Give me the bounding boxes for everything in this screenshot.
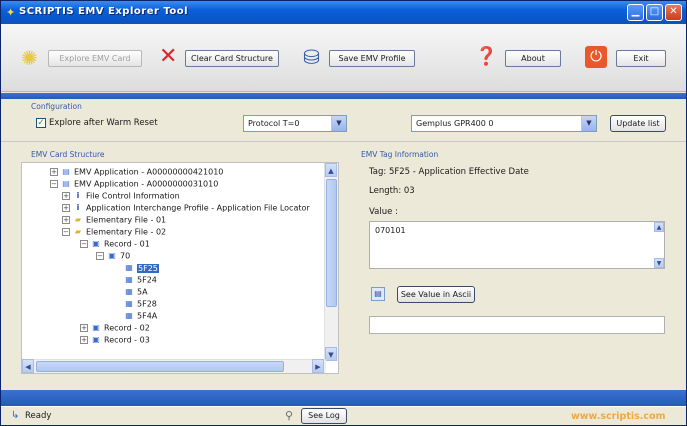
ascii-value-field[interactable]	[369, 316, 665, 334]
clear-card-structure-button[interactable]: Clear Card Structure	[185, 50, 279, 67]
main-window: ✦ SCRIPTIS EMV Explorer Tool ▁ □ ✕ ✺ Exp…	[0, 0, 687, 426]
power-icon: ⏻	[585, 46, 607, 68]
expand-icon[interactable]: +	[62, 204, 70, 212]
config-divider	[1, 141, 686, 142]
record-icon: ▣	[92, 335, 100, 344]
explore-card-button[interactable]: Explore EMV Card	[48, 50, 142, 67]
expand-icon[interactable]: +	[62, 192, 70, 200]
record-icon: ▣	[108, 251, 116, 260]
help-icon: ❓	[475, 46, 498, 67]
scroll-thumb[interactable]	[36, 361, 284, 372]
ascii-icon: ▤	[371, 287, 385, 301]
update-list-button[interactable]: Update list	[610, 115, 666, 132]
card-structure-tree[interactable]: + ▤ EMV Application - A00000000421010 − ▤ EM…	[21, 162, 339, 374]
tree-node[interactable]: ▦ 5F4A	[124, 310, 157, 322]
tree-node[interactable]: − ▣ 70	[96, 250, 130, 262]
scroll-up-icon[interactable]: ▲	[654, 222, 664, 232]
website-link[interactable]: www.scriptis.com	[571, 411, 665, 422]
explore-icon: ✺	[21, 46, 38, 70]
expand-icon[interactable]: +	[80, 336, 88, 344]
tag-icon: ▦	[125, 275, 133, 284]
tree-node[interactable]: + i Application Interchange Profile - Appl…	[62, 202, 310, 214]
save-emv-profile-button[interactable]: Save EMV Profile	[329, 50, 415, 67]
protocol-select[interactable]: Protocol T=0 ▼	[243, 115, 347, 132]
explore-after-reset-label: Explore after Warm Reset	[49, 118, 158, 128]
scroll-down-icon[interactable]: ▼	[325, 347, 337, 361]
length-line: Length: 03	[369, 186, 415, 196]
tree-node-selected[interactable]: ▦ 5F25	[124, 262, 159, 274]
value-text: 070101	[375, 226, 406, 235]
tag-icon: ▦	[125, 299, 133, 308]
tree-node[interactable]: + ▣ Record - 02	[80, 322, 150, 334]
scroll-down-icon[interactable]: ▼	[654, 258, 664, 268]
tree-horizontal-scrollbar[interactable]: ◀ ▶	[22, 359, 326, 373]
info-icon: i	[76, 191, 80, 200]
expand-icon[interactable]: +	[50, 168, 58, 176]
scroll-up-icon[interactable]: ▲	[325, 163, 337, 177]
scroll-right-icon[interactable]: ▶	[312, 359, 324, 373]
tag-line: Tag: 5F25 - Application Effective Date	[369, 167, 529, 177]
collapse-icon[interactable]: −	[50, 180, 58, 188]
window-title: SCRIPTIS EMV Explorer Tool	[19, 6, 189, 17]
tag-icon: ▦	[125, 263, 133, 272]
status-ready-text: Ready	[25, 411, 52, 421]
see-log-button[interactable]: See Log	[301, 408, 347, 424]
maximize-button[interactable]: □	[646, 4, 663, 21]
toolbar: ✺ Explore EMV Card ✕ Clear Card Structur…	[1, 24, 686, 92]
tree-vertical-scrollbar[interactable]: ▲ ▼	[324, 163, 338, 361]
expand-icon[interactable]: +	[62, 216, 70, 224]
scroll-thumb[interactable]	[326, 179, 337, 307]
tree-node[interactable]: ▦ 5F28	[124, 298, 157, 310]
explore-after-reset-checkbox[interactable]: ✓	[36, 118, 46, 128]
app-icon: ✦	[6, 6, 16, 19]
reader-select[interactable]: Gemplus GPR400 0 ▼	[411, 115, 597, 132]
see-value-in-ascii-button[interactable]: See Value in Ascii	[397, 286, 475, 303]
record-icon: ▣	[92, 239, 100, 248]
tree-node[interactable]: ▦ 5A	[124, 286, 147, 298]
card-structure-label: EMV Card Structure	[31, 150, 105, 159]
collapse-icon[interactable]: −	[62, 228, 70, 236]
tree-node[interactable]: − ▰ Elementary File - 02	[62, 226, 166, 238]
configuration-label: Configuration	[31, 102, 82, 111]
value-label: Value :	[369, 207, 398, 217]
value-textarea[interactable]: 070101 ▲ ▼	[369, 221, 665, 269]
tag-icon: ▦	[125, 287, 133, 296]
folder-icon: ▰	[74, 215, 82, 224]
card-icon: ▤	[62, 167, 70, 176]
tree-node[interactable]: + ▰ Elementary File - 01	[62, 214, 166, 226]
title-bar[interactable]: ✦ SCRIPTIS EMV Explorer Tool ▁ □ ✕	[1, 1, 686, 24]
tree-node[interactable]: + ▤ EMV Application - A00000000421010	[50, 166, 223, 178]
close-button[interactable]: ✕	[665, 4, 682, 21]
card-icon: ▤	[62, 179, 70, 188]
info-icon: i	[76, 203, 80, 212]
chevron-down-icon: ▼	[331, 116, 346, 131]
chevron-down-icon: ▼	[581, 116, 596, 131]
status-band	[1, 390, 686, 406]
separator-band	[1, 93, 686, 99]
ready-icon: ↳	[11, 410, 20, 421]
collapse-icon[interactable]: −	[80, 240, 88, 248]
scroll-left-icon[interactable]: ◀	[22, 359, 34, 373]
tag-info-label: EMV Tag Information	[361, 150, 439, 159]
save-icon: ⛁	[303, 45, 320, 69]
tree-node[interactable]: − ▤ EMV Application - A0000000031010	[50, 178, 218, 190]
tree-node[interactable]: ▦ 5F24	[124, 274, 157, 286]
minimize-button[interactable]: ▁	[627, 4, 644, 21]
folder-icon: ▰	[74, 227, 82, 236]
record-icon: ▣	[92, 323, 100, 332]
clear-icon: ✕	[159, 44, 178, 69]
expand-icon[interactable]: +	[80, 324, 88, 332]
tree-node[interactable]: + ▣ Record - 03	[80, 334, 150, 346]
exit-button[interactable]: Exit	[616, 50, 666, 67]
collapse-icon[interactable]: −	[96, 252, 104, 260]
tree-node[interactable]: − ▣ Record - 01	[80, 238, 150, 250]
tree-node[interactable]: + i File Control Information	[62, 190, 180, 202]
about-button[interactable]: About	[505, 50, 561, 67]
search-icon: ⚲	[285, 409, 294, 422]
protocol-value: Protocol T=0	[248, 119, 300, 128]
tag-icon: ▦	[125, 311, 133, 320]
reader-value: Gemplus GPR400 0	[416, 119, 494, 128]
status-bar: ↳ Ready ⚲ See Log www.scriptis.com	[1, 406, 686, 425]
